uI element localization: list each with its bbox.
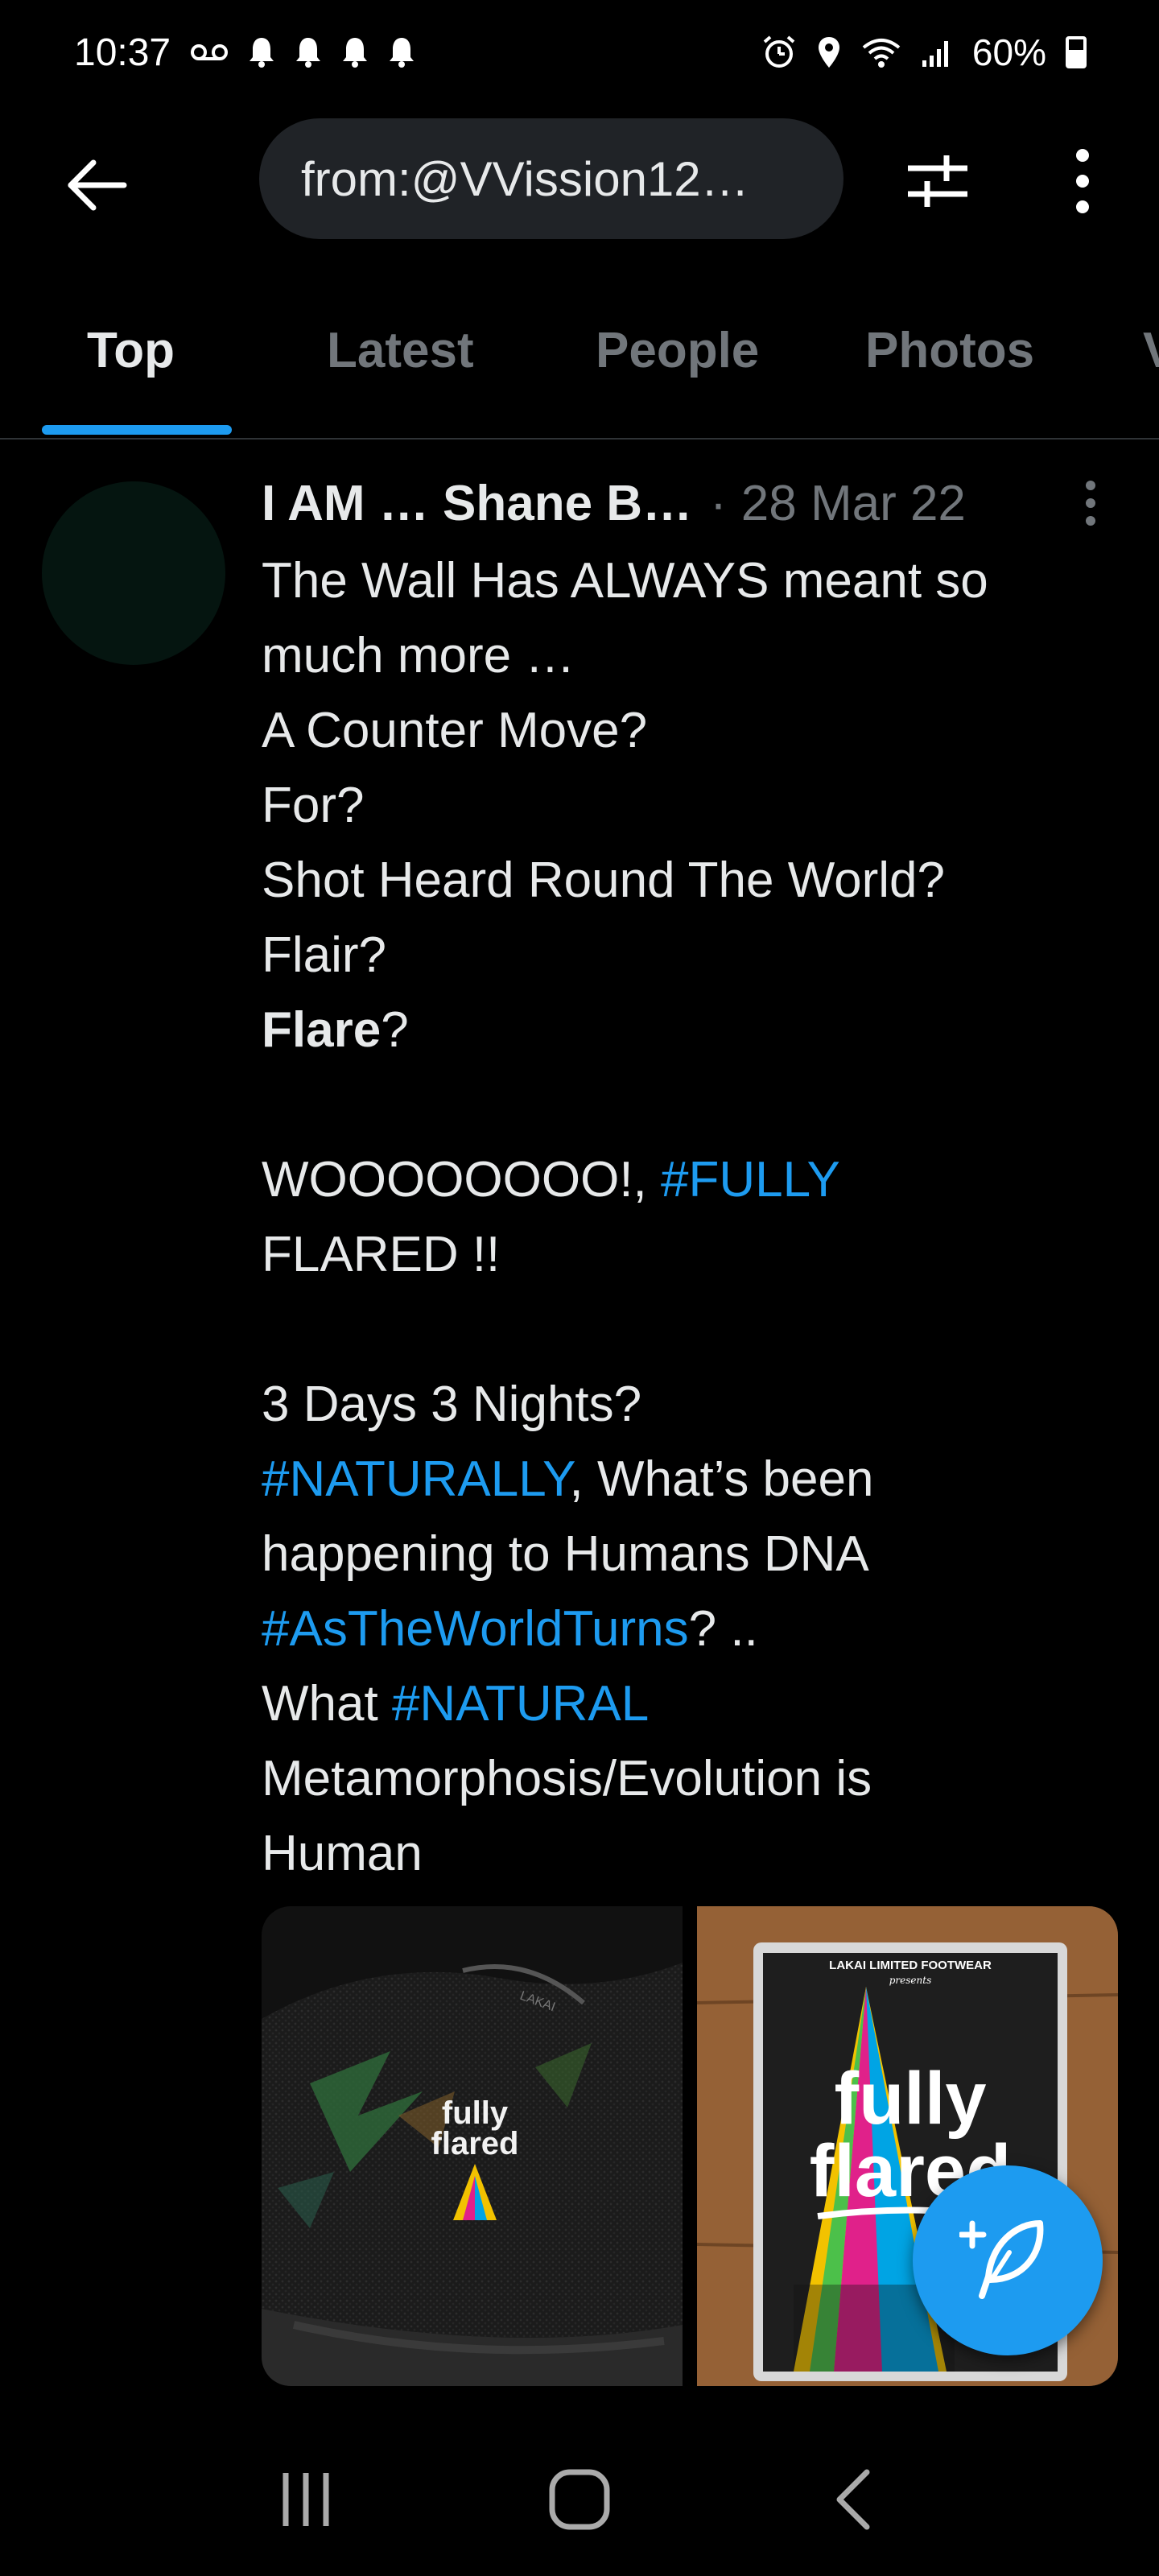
- status-bar: 10:37 60%: [0, 0, 1159, 105]
- tab-top[interactable]: Top: [87, 322, 175, 379]
- more-vertical-icon: [1086, 481, 1095, 526]
- tweet-line: #NATURALLY, What’s been: [262, 1442, 1115, 1517]
- media-image-sneaker[interactable]: LAKAI fully flared: [262, 1906, 683, 2386]
- dvd-presents-text: presents: [889, 1975, 932, 1986]
- tweet-line: A Counter Move?: [262, 703, 648, 758]
- tweet-text-fragment: , What’s been: [569, 1451, 874, 1507]
- tab-latest[interactable]: Latest: [327, 322, 474, 379]
- sliders-icon: [908, 155, 967, 207]
- wifi-icon: [861, 36, 901, 68]
- tweet-text-fragment: What: [262, 1676, 392, 1732]
- recent-apps-button[interactable]: [262, 2455, 350, 2544]
- tweet-text-fragment: ?: [381, 1002, 409, 1058]
- tweet-separator: ·: [710, 475, 727, 531]
- search-input[interactable]: from:@VVission12…: [259, 118, 843, 239]
- tweet-text: The Wall Has ALWAYS meant so much more ……: [262, 543, 1115, 1891]
- dvd-header-text: LAKAI LIMITED FOOTWEAR: [829, 1959, 992, 1972]
- recent-apps-icon: [283, 2473, 329, 2526]
- tweet-more-button[interactable]: [1070, 475, 1111, 531]
- notification-bell-icon: [248, 36, 275, 68]
- home-button[interactable]: [535, 2455, 624, 2544]
- tweet-line: FLARED !!: [262, 1227, 501, 1282]
- more-vertical-icon: [1076, 149, 1089, 213]
- tweet-date[interactable]: 28 Mar 22: [741, 475, 966, 532]
- search-tabs: Top Latest People Photos V: [0, 298, 1159, 440]
- search-filter-button[interactable]: [893, 137, 982, 225]
- signal-icon: [921, 36, 953, 68]
- tweet-text-fragment: ? ..: [688, 1601, 758, 1657]
- tweet-line: 3 Days 3 Nights?: [262, 1377, 642, 1432]
- status-right: 60%: [761, 31, 1087, 74]
- fully-flared-logo-line2: flared: [431, 2126, 519, 2161]
- tweet-line: Metamorphosis/Evolution is: [262, 1751, 872, 1806]
- arrow-left-icon: [68, 159, 127, 211]
- tweet-line: #AsTheWorldTurns? ..: [262, 1591, 1115, 1666]
- battery-percent: 60%: [971, 31, 1046, 73]
- status-left: 10:37: [74, 31, 415, 75]
- compose-tweet-button[interactable]: [913, 2165, 1103, 2355]
- search-header: from:@VVission12…: [0, 113, 1159, 242]
- hashtag-link[interactable]: #NATURAL: [392, 1676, 649, 1732]
- voicemail-icon: [190, 41, 229, 64]
- hashtag-link[interactable]: #AsTheWorldTurns: [262, 1601, 689, 1657]
- tweet-line: Flair?: [262, 927, 387, 983]
- tweet-line: Flare?: [262, 993, 1115, 1067]
- location-icon: [816, 35, 842, 69]
- tweet-line: Human: [262, 1826, 423, 1881]
- system-back-button[interactable]: [809, 2455, 897, 2544]
- avatar[interactable]: [42, 481, 225, 665]
- active-tab-indicator: [42, 425, 232, 435]
- back-chevron-icon: [836, 2469, 870, 2530]
- tweet-text-fragment: WOOOOOOOO!,: [262, 1152, 661, 1208]
- alarm-icon: [761, 35, 797, 70]
- tweet-author-name[interactable]: I AM … Shane B…: [262, 475, 692, 532]
- compose-tweet-icon: [959, 2220, 1044, 2299]
- notification-bell-icon: [388, 36, 415, 68]
- tab-people[interactable]: People: [596, 322, 759, 379]
- tweet-line: WOOOOOOOO!, #FULLY: [262, 1142, 1115, 1217]
- tweet-line: much more …: [262, 628, 575, 683]
- status-time: 10:37: [74, 31, 171, 74]
- notification-bell-icon: [295, 36, 322, 68]
- battery-icon: [1066, 36, 1087, 68]
- tweet-line: Shot Heard Round The World?: [262, 852, 945, 908]
- sneaker-image: LAKAI fully flared: [262, 1906, 683, 2386]
- tweet-line: happening to Humans DNA: [262, 1526, 869, 1582]
- tweet-line: What #NATURAL: [262, 1666, 1115, 1741]
- tweet-line: For?: [262, 778, 365, 833]
- tweet-line: The Wall Has ALWAYS meant so: [262, 553, 988, 609]
- more-options-button[interactable]: [1038, 137, 1127, 225]
- hashtag-link[interactable]: #FULLY: [661, 1152, 840, 1208]
- system-navigation-bar: [0, 2423, 1159, 2576]
- tab-videos[interactable]: V: [1143, 322, 1159, 379]
- notification-bell-icon: [341, 36, 369, 68]
- back-button[interactable]: [56, 145, 137, 225]
- home-icon: [549, 2469, 610, 2530]
- tab-photos[interactable]: Photos: [865, 322, 1034, 379]
- dvd-logo-line1: fully: [834, 2058, 986, 2140]
- tweet-bold-word: Flare: [262, 1002, 382, 1058]
- hashtag-link[interactable]: #NATURALLY: [262, 1451, 570, 1507]
- tweet-header: I AM … Shane B… · 28 Mar 22: [262, 467, 1115, 539]
